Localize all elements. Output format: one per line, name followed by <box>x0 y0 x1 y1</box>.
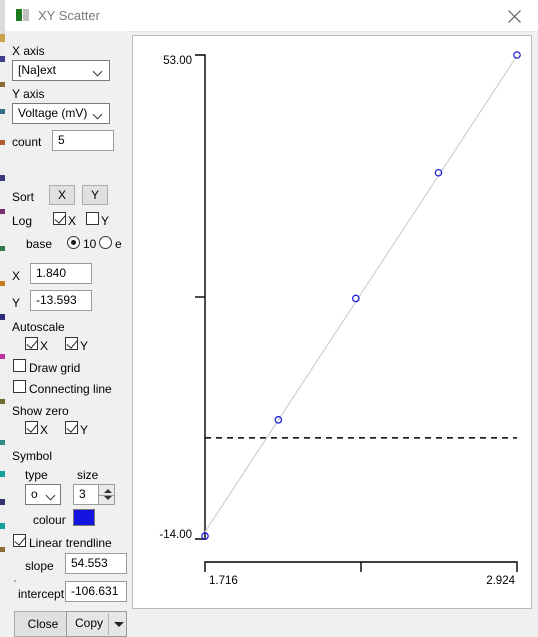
intercept-label: intercept <box>18 587 65 601</box>
connecting-line-checkbox[interactable] <box>13 380 26 393</box>
log-y-checkbox[interactable] <box>86 212 99 225</box>
y-axis-select-value: Voltage (mV) <box>18 106 88 120</box>
show-zero-y-label: Y <box>80 423 89 437</box>
chevron-down-icon[interactable] <box>114 622 124 627</box>
x-value-field[interactable]: 1.840 <box>30 263 92 284</box>
y-value: -13.593 <box>36 293 77 307</box>
symbol-type-select[interactable]: o <box>25 484 61 505</box>
y-axis-min-label: -14.00 <box>159 529 192 541</box>
chevron-down-icon <box>94 68 103 74</box>
data-point[interactable] <box>513 51 521 59</box>
autoscale-x-label: X <box>40 339 49 353</box>
linear-trendline-checkbox[interactable] <box>13 534 26 547</box>
y-axis-max-label: 53.00 <box>163 55 192 67</box>
xy-scatter-window: XY Scatter X axis [Na]ext Y axis Voltage… <box>0 0 538 637</box>
chart-area[interactable]: 53.00 -14.00 1.716 2.924 <box>132 35 532 609</box>
autoscale-label: Autoscale <box>12 320 65 334</box>
x-axis-max-label: 2.924 <box>486 575 515 587</box>
slope-label: slope <box>25 559 54 573</box>
stepper-up-icon[interactable] <box>104 489 112 493</box>
window-title: XY Scatter <box>38 8 100 23</box>
show-zero-x-checkbox[interactable] <box>25 421 38 434</box>
base-e-label: e <box>115 237 122 251</box>
x-value: 1.840 <box>36 266 67 280</box>
autoscale-x-checkbox[interactable] <box>25 337 38 350</box>
colour-label: colour <box>33 513 66 527</box>
count-label: count <box>12 135 42 149</box>
autoscale-y-checkbox[interactable] <box>65 337 78 350</box>
count-value: 5 <box>58 133 65 147</box>
symbol-size-label: size <box>77 468 99 482</box>
x-axis-min-label: 1.716 <box>209 575 238 587</box>
log-x-label: X <box>68 214 77 228</box>
colour-swatch[interactable] <box>73 509 95 526</box>
base-10-radio[interactable] <box>67 236 80 249</box>
show-zero-y-checkbox[interactable] <box>65 421 78 434</box>
base-label: base <box>26 237 53 251</box>
x-axis-select[interactable]: [Na]ext <box>12 60 110 81</box>
chevron-down-icon <box>47 492 56 498</box>
autoscale-y-label: Y <box>80 339 89 353</box>
controls-panel: X axis [Na]ext Y axis Voltage (mV) count… <box>5 31 129 637</box>
sort-x-button[interactable]: X <box>49 185 75 205</box>
linear-trendline-label: Linear trendline <box>29 536 112 550</box>
draw-grid-label: Draw grid <box>29 361 81 375</box>
base-e-radio[interactable] <box>99 236 112 249</box>
log-y-label: Y <box>101 214 110 228</box>
close-button[interactable] <box>492 0 538 31</box>
y-value-label: Y <box>12 296 21 310</box>
y-value-field[interactable]: -13.593 <box>30 290 92 311</box>
sort-y-button[interactable]: Y <box>82 185 108 205</box>
symbol-size-stepper[interactable] <box>98 484 115 505</box>
slope-value: 54.553 <box>71 556 108 570</box>
symbol-size-field[interactable]: 3 <box>73 484 99 505</box>
x-value-label: X <box>12 269 21 283</box>
scatter-plot: 53.00 -14.00 1.716 2.924 <box>159 51 521 587</box>
close-icon <box>508 10 521 23</box>
base-10-label: 10 <box>83 237 97 251</box>
log-label: Log <box>12 214 33 228</box>
symbol-size-value: 3 <box>79 487 86 501</box>
title-bar: XY Scatter <box>5 0 538 32</box>
intercept-field[interactable]: -106.631 <box>65 581 127 602</box>
chart-icon <box>16 8 31 23</box>
y-axis-label: Y axis <box>12 87 45 101</box>
trendline <box>204 55 518 533</box>
count-field[interactable]: 5 <box>52 130 114 151</box>
show-zero-x-label: X <box>40 423 49 437</box>
copy-button-label: Copy <box>75 616 104 630</box>
symbol-type-label: type <box>25 468 48 482</box>
x-axis-label: X axis <box>12 44 45 58</box>
log-x-checkbox[interactable] <box>53 212 66 225</box>
symbol-type-value: o <box>31 487 38 501</box>
stepper-down-icon[interactable] <box>104 496 112 500</box>
x-axis-select-value: [Na]ext <box>18 63 57 77</box>
connecting-line-label: Connecting line <box>29 382 112 396</box>
draw-grid-checkbox[interactable] <box>13 359 26 372</box>
show-zero-label: Show zero <box>12 404 69 418</box>
symbol-label: Symbol <box>12 449 53 463</box>
chevron-down-icon <box>94 111 103 117</box>
y-axis-select[interactable]: Voltage (mV) <box>12 103 110 124</box>
intercept-value: -106.631 <box>71 584 119 598</box>
slope-field[interactable]: 54.553 <box>65 553 127 574</box>
sort-label: Sort <box>12 190 35 204</box>
